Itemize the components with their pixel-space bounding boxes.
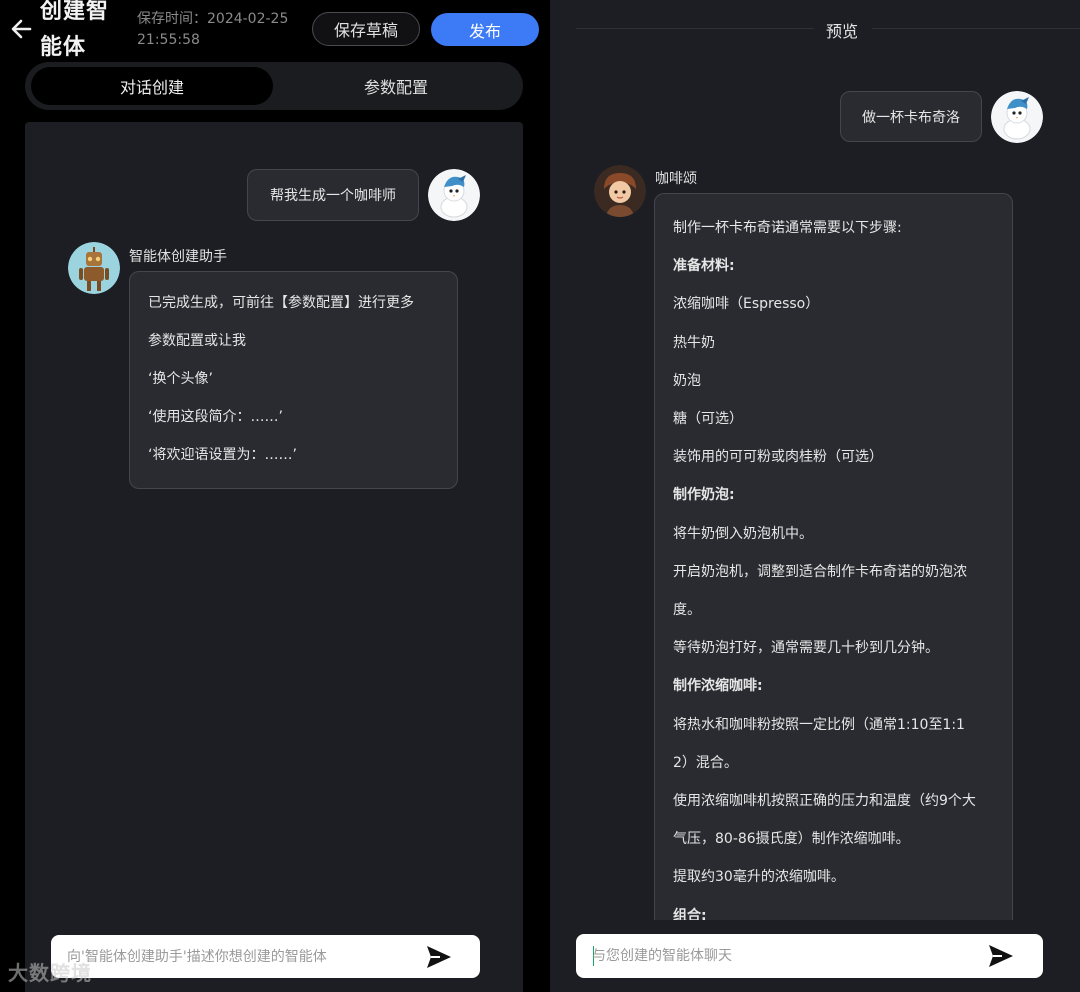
- assistant-message-line: 参数配置或让我: [148, 333, 246, 349]
- assistant-name: 智能体创建助手: [129, 249, 227, 265]
- save-draft-button[interactable]: 保存草稿: [312, 12, 420, 46]
- agent-message-heading: 制作浓缩咖啡:: [673, 678, 763, 695]
- preview-panel: 预览 做一杯卡布奇洛 咖啡颂 制作一杯卡布奇诺通常需要以下步骤: 准备材料: 浓…: [550, 0, 1080, 992]
- agent-message-line: 装饰用的可可粉或肉桂粉（可选）: [673, 449, 883, 466]
- create-input-box: [51, 935, 480, 978]
- agent-message-line: 将热水和咖啡粉按照一定比例（通常1:10至1:1: [673, 716, 965, 733]
- agent-message-heading: 组合:: [673, 907, 707, 920]
- agent-message-line: 提取约30毫升的浓缩咖啡。: [673, 869, 845, 886]
- preview-title: 预览: [825, 22, 858, 41]
- save-time-value: 21:55:58: [137, 32, 200, 48]
- preview-user-avatar: [991, 91, 1043, 143]
- agent-message-heading: 制作奶泡:: [673, 487, 735, 504]
- agent-message-line: 2）混合。: [673, 754, 738, 771]
- agent-message-bubble: 制作一杯卡布奇诺通常需要以下步骤: 准备材料: 浓缩咖啡（Espresso） 热…: [654, 193, 1013, 920]
- user-message-bubble: 帮我生成一个咖啡师: [247, 169, 419, 221]
- save-time-label: 保存时间：2024-02-25: [137, 11, 289, 27]
- assistant-message-line: ‘使用这段简介：……’: [148, 409, 283, 425]
- tab-param-config[interactable]: 参数配置: [275, 67, 517, 105]
- user-avatar: [428, 169, 480, 221]
- assistant-message-line: ‘将欢迎语设置为：……’: [148, 447, 297, 463]
- back-arrow-icon[interactable]: [8, 14, 38, 44]
- tab-dialog-create[interactable]: 对话创建: [31, 67, 273, 105]
- publish-button[interactable]: 发布: [431, 13, 539, 46]
- agent-message-line: 使用浓缩咖啡机按照正确的压力和温度（约9个大: [673, 793, 976, 810]
- preview-user-message-bubble: 做一杯卡布奇洛: [840, 91, 982, 142]
- tab-bar: 对话创建 参数配置: [25, 62, 523, 110]
- agent-name: 咖啡颂: [655, 171, 697, 187]
- create-chat-area: 帮我生成一个咖啡师 智能体创建助手 已完成生成，可前往【参数配置】进行更多 参数…: [25, 122, 523, 992]
- send-icon[interactable]: [987, 943, 1015, 969]
- agent-message-line: 制作一杯卡布奇诺通常需要以下步骤:: [673, 220, 902, 236]
- agent-message-heading: 准备材料:: [673, 258, 735, 275]
- create-chat-input[interactable]: [67, 935, 417, 978]
- assistant-avatar: [68, 242, 120, 294]
- agent-message-line: 将牛奶倒入奶泡机中。: [673, 525, 813, 542]
- preview-input-box: [576, 934, 1043, 978]
- watermark-logo: 大数跨境: [8, 961, 92, 985]
- assistant-message-line: 已完成生成，可前往【参数配置】进行更多: [148, 295, 414, 311]
- agent-message-line: 开启奶泡机，调整到适合制作卡布奇诺的奶泡浓: [673, 563, 967, 580]
- agent-message-line: 奶泡: [673, 372, 701, 389]
- agent-message-line: 等待奶泡打好，通常需要几十秒到几分钟。: [673, 640, 939, 657]
- assistant-message-bubble: 已完成生成，可前往【参数配置】进行更多 参数配置或让我 ‘换个头像’ ‘使用这段…: [129, 271, 458, 489]
- agent-message-line: 度。: [673, 602, 701, 619]
- barista-agent-avatar: [594, 165, 646, 217]
- agent-message-line: 气压，80-86摄氏度）制作浓缩咖啡。: [673, 831, 910, 848]
- create-agent-panel: 创建智能体 保存时间：2024-02-25 21:55:58 保存草稿 发布 对…: [0, 0, 550, 992]
- agent-message-line: 浓缩咖啡（Espresso）: [673, 296, 820, 313]
- agent-message-line: 糖（可选）: [673, 411, 743, 428]
- page-title: 创建智能体: [40, 0, 110, 60]
- send-icon[interactable]: [425, 944, 453, 970]
- preview-chat-input[interactable]: [592, 934, 972, 977]
- agent-message-line: 热牛奶: [673, 334, 715, 351]
- assistant-message-line: ‘换个头像’: [148, 371, 213, 387]
